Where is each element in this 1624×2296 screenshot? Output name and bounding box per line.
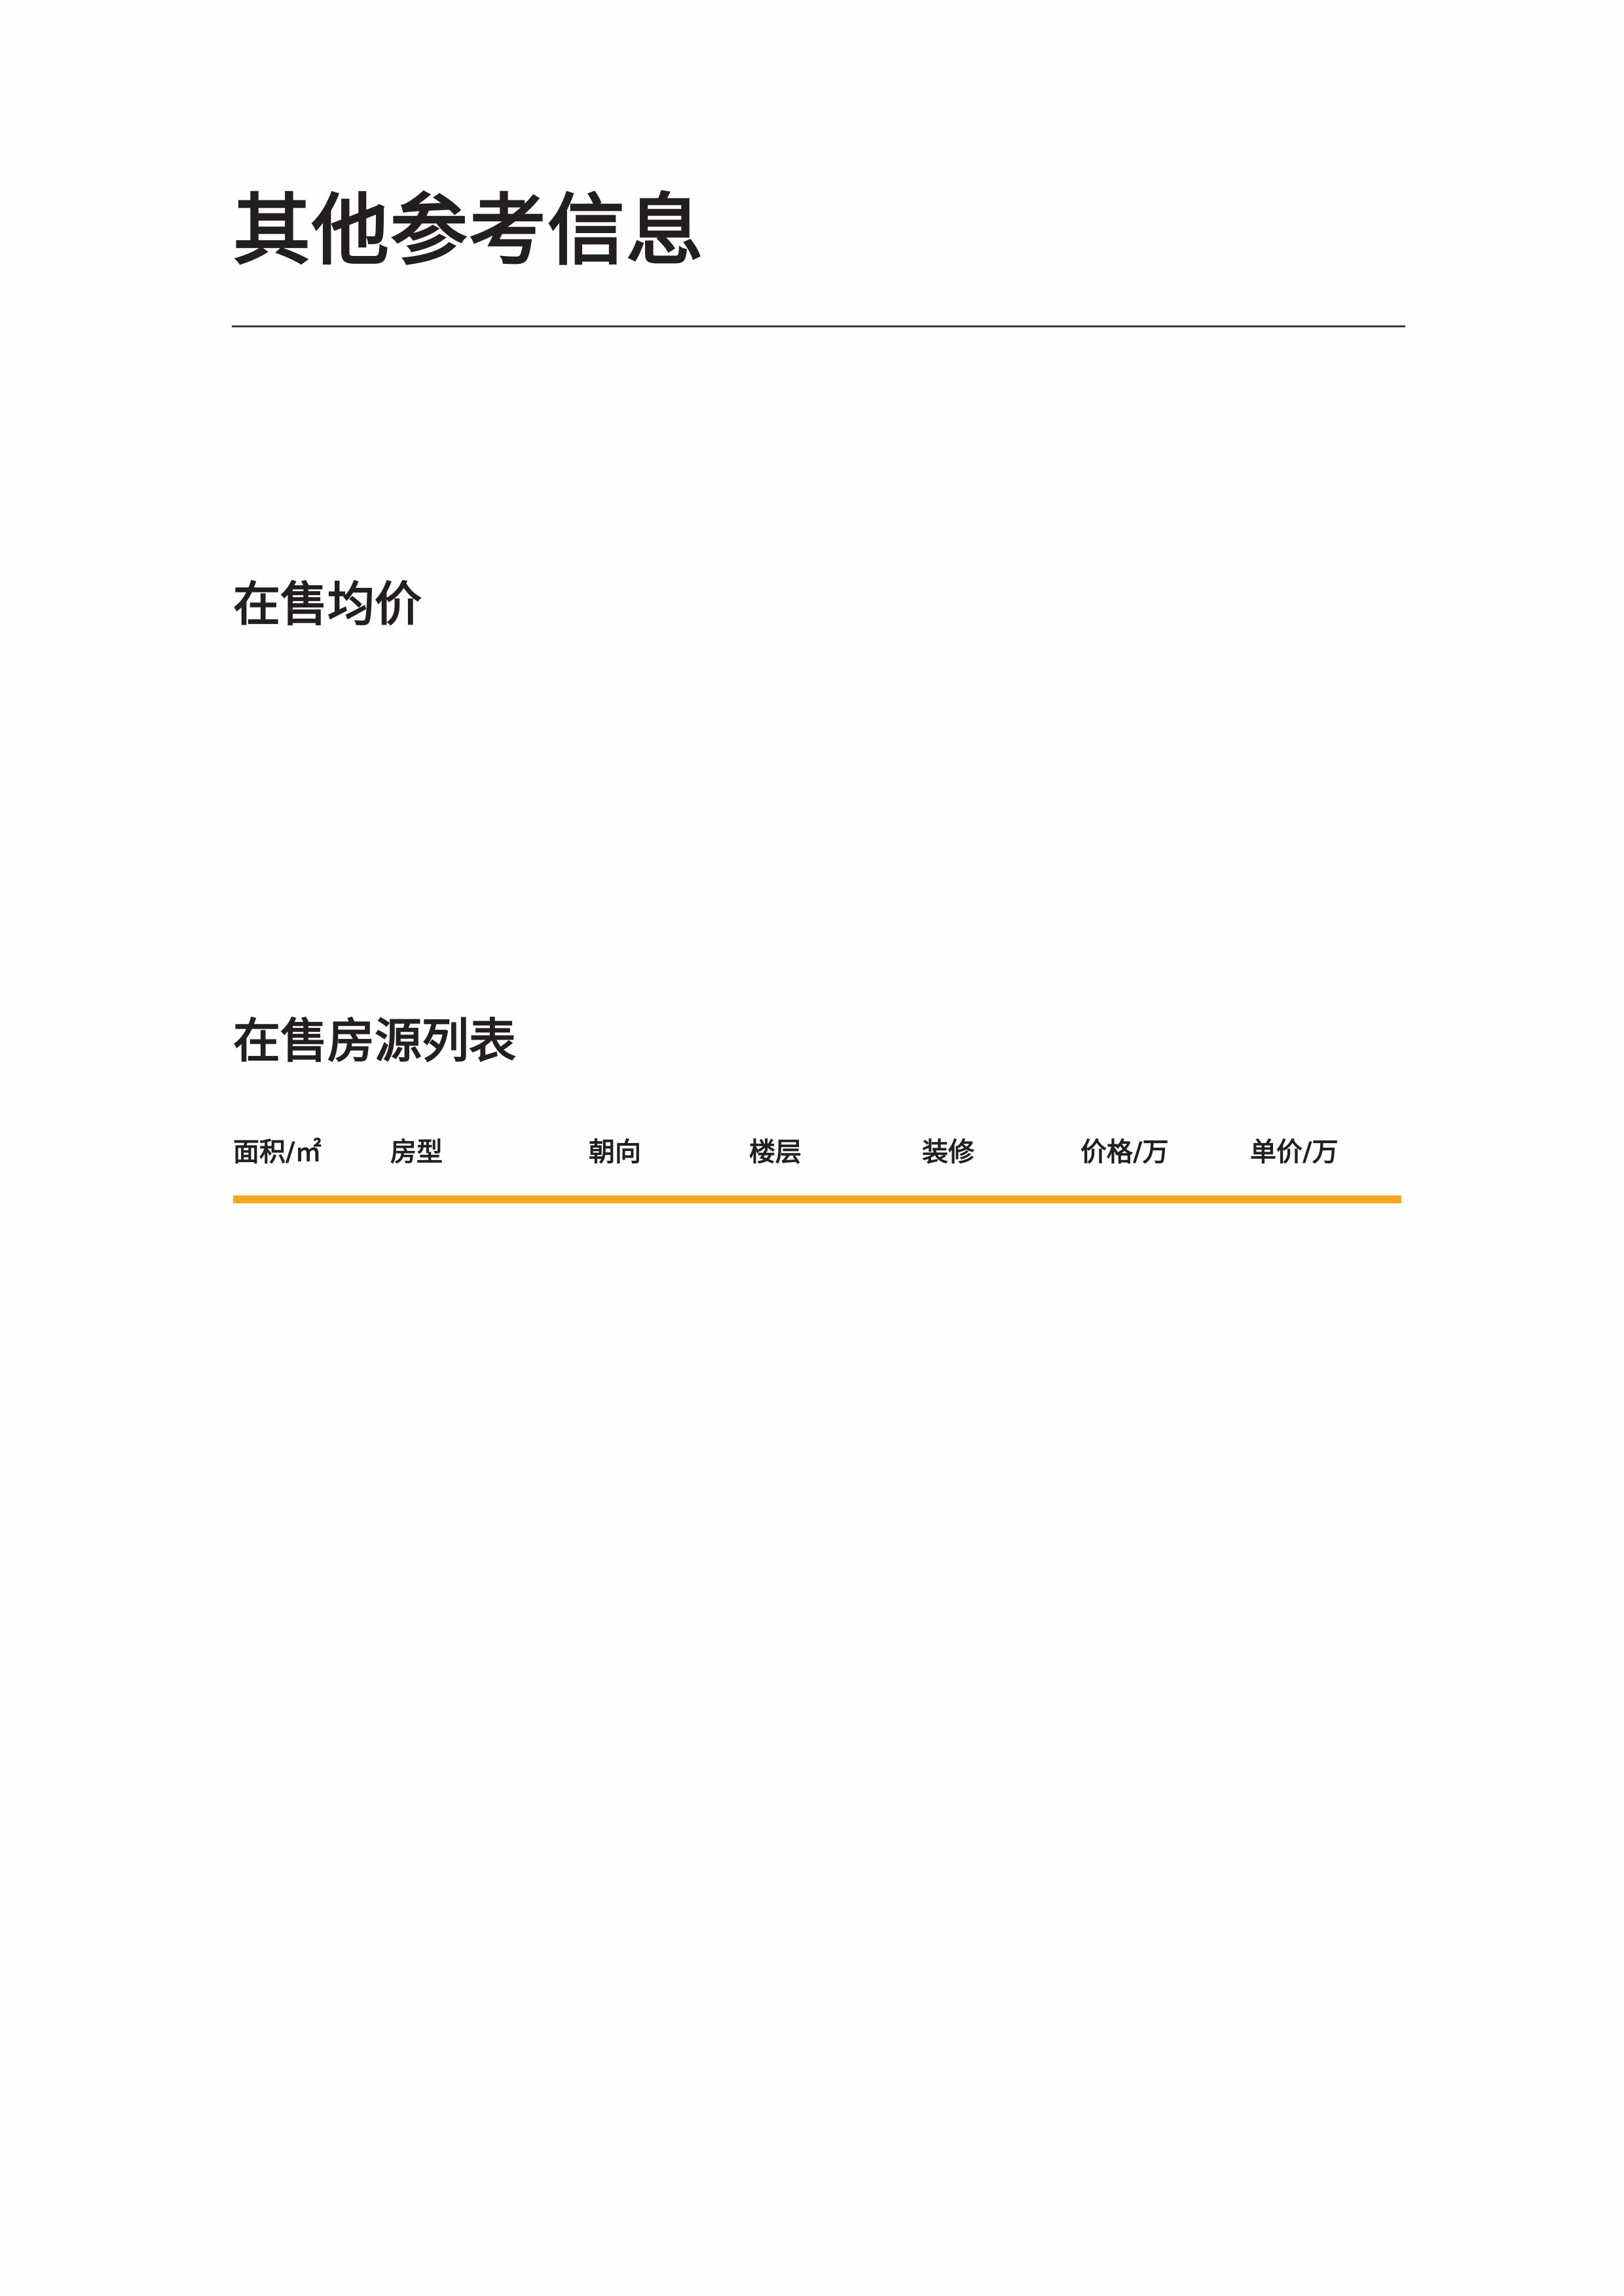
table-header-accent-rule <box>233 1195 1401 1203</box>
document-page: { "page": { "title": "其他参考信息" }, "sectio… <box>0 0 1624 2296</box>
average-price-heading: 在售均价 <box>233 577 422 632</box>
column-header-unit-price: 单价/万 <box>1250 1137 1338 1167</box>
column-header-orientation: 朝向 <box>589 1137 641 1167</box>
page-title: 其他参考信息 <box>233 185 705 276</box>
column-header-decoration: 装修 <box>922 1137 974 1167</box>
column-header-area: 面积/㎡ <box>233 1137 322 1167</box>
column-header-layout: 房型 <box>390 1137 443 1167</box>
column-header-floor: 楼层 <box>749 1137 802 1167</box>
listings-heading: 在售房源列表 <box>233 1013 517 1068</box>
column-header-price: 价格/万 <box>1080 1137 1169 1167</box>
title-divider <box>232 325 1405 327</box>
listings-table-header: 面积/㎡ 房型 朝向 楼层 装修 价格/万 单价/万 <box>233 1133 1401 1172</box>
